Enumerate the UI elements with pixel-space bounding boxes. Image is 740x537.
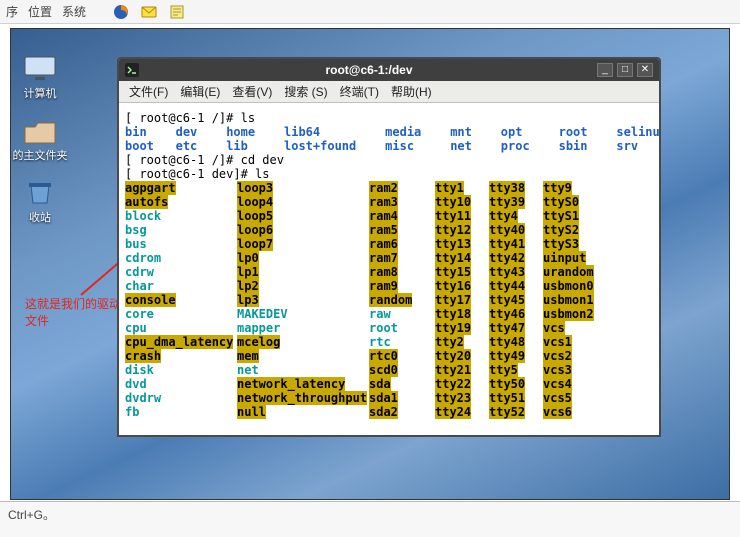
ls-dev-row: cpumapperroottty19tty47vcs bbox=[125, 321, 653, 335]
annotation-text: 这就是我们的驱动文件 bbox=[25, 297, 121, 328]
system-menubar: 序 位置 系统 bbox=[0, 0, 740, 24]
desktop-icon-trash[interactable]: 收站 bbox=[12, 177, 68, 225]
ls-dev-row: busloop7ram6tty13tty41ttyS3 bbox=[125, 237, 653, 251]
ls-dev-row: dvdnetwork_latencysdatty22tty50vcs4 bbox=[125, 377, 653, 391]
terminal-titlebar[interactable]: root@c6-1:/dev _ □ ✕ bbox=[119, 59, 659, 81]
annotation: 这就是我们的驱动文件 bbox=[25, 295, 129, 329]
status-text: Ctrl+G。 bbox=[8, 506, 55, 523]
firefox-icon[interactable] bbox=[112, 3, 130, 21]
ls-dev-row: cdromlp0ram7tty14tty42uinput bbox=[125, 251, 653, 265]
terminal-body[interactable]: [ root@c6-1 /]# lsbin dev home lib64 med… bbox=[119, 103, 659, 435]
ls-dev-row: disknetscd0tty21tty5vcs3 bbox=[125, 363, 653, 377]
prompt-line: [ root@c6-1 /]# ls bbox=[125, 111, 653, 125]
ls-dev-row: blockloop5ram4tty11tty4ttyS1 bbox=[125, 209, 653, 223]
ls-dev-row: crashmemrtc0tty20tty49vcs2 bbox=[125, 349, 653, 363]
topmenu-item[interactable]: 位置 bbox=[28, 3, 52, 20]
ls-dev-row: cpu_dma_latencymcelogrtctty2tty48vcs1 bbox=[125, 335, 653, 349]
note-icon[interactable] bbox=[168, 3, 186, 21]
menu-help[interactable]: 帮助(H) bbox=[391, 83, 432, 100]
terminal-icon bbox=[125, 63, 139, 77]
ls-dev-row: autofsloop4ram3tty10tty39ttyS0 bbox=[125, 195, 653, 209]
mail-icon[interactable] bbox=[140, 3, 158, 21]
ls-dev-row: dvdrwnetwork_throughputsda1tty23tty51vcs… bbox=[125, 391, 653, 405]
prompt-line: [ root@c6-1 dev]# ls bbox=[125, 167, 653, 181]
ls-dev-row: charlp2ram9tty16tty44usbmon0 bbox=[125, 279, 653, 293]
close-button[interactable]: ✕ bbox=[637, 63, 653, 77]
topmenu-item[interactable]: 系统 bbox=[62, 3, 86, 20]
topmenu-item[interactable]: 序 bbox=[6, 3, 18, 20]
menu-file[interactable]: 文件(F) bbox=[129, 83, 168, 100]
desktop-icon-computer[interactable]: 计算机 bbox=[12, 53, 68, 101]
prompt-line: [ root@c6-1 /]# cd dev bbox=[125, 153, 653, 167]
terminal-window: root@c6-1:/dev _ □ ✕ 文件(F) 编辑(E) 查看(V) 搜… bbox=[117, 57, 661, 437]
menu-terminal[interactable]: 终端(T) bbox=[340, 83, 379, 100]
maximize-button[interactable]: □ bbox=[617, 63, 633, 77]
menu-edit[interactable]: 编辑(E) bbox=[180, 83, 220, 100]
ls-dev-row: cdrwlp1ram8tty15tty43urandom bbox=[125, 265, 653, 279]
desktop-icons: 计算机 的主文件夹 收站 bbox=[11, 53, 69, 225]
status-bar: Ctrl+G。 bbox=[0, 501, 740, 537]
terminal-menubar: 文件(F) 编辑(E) 查看(V) 搜索 (S) 终端(T) 帮助(H) bbox=[119, 81, 659, 103]
ls-dev-row: consolelp3randomtty17tty45usbmon1 bbox=[125, 293, 653, 307]
desktop[interactable]: 计算机 的主文件夹 收站 这就是我们的驱动文件 root@c6-1:/dev _… bbox=[10, 28, 730, 500]
ls-dev-row: agpgartloop3ram2tty1tty38tty9 bbox=[125, 181, 653, 195]
menu-view[interactable]: 查看(V) bbox=[232, 83, 272, 100]
ls-dev-row: coreMAKEDEVrawtty18tty46usbmon2 bbox=[125, 307, 653, 321]
window-title: root@c6-1:/dev bbox=[145, 63, 593, 77]
minimize-button[interactable]: _ bbox=[597, 63, 613, 77]
ls-dev-row: fbnullsda2tty24tty52vcs6 bbox=[125, 405, 653, 419]
menu-search[interactable]: 搜索 (S) bbox=[284, 83, 327, 100]
ls-output: boot etc lib lost+found misc net proc sb… bbox=[125, 139, 653, 153]
ls-output: bin dev home lib64 media mnt opt root se… bbox=[125, 125, 653, 139]
desktop-icon-home[interactable]: 的主文件夹 bbox=[12, 115, 68, 163]
ls-dev-row: bsgloop6ram5tty12tty40ttyS2 bbox=[125, 223, 653, 237]
